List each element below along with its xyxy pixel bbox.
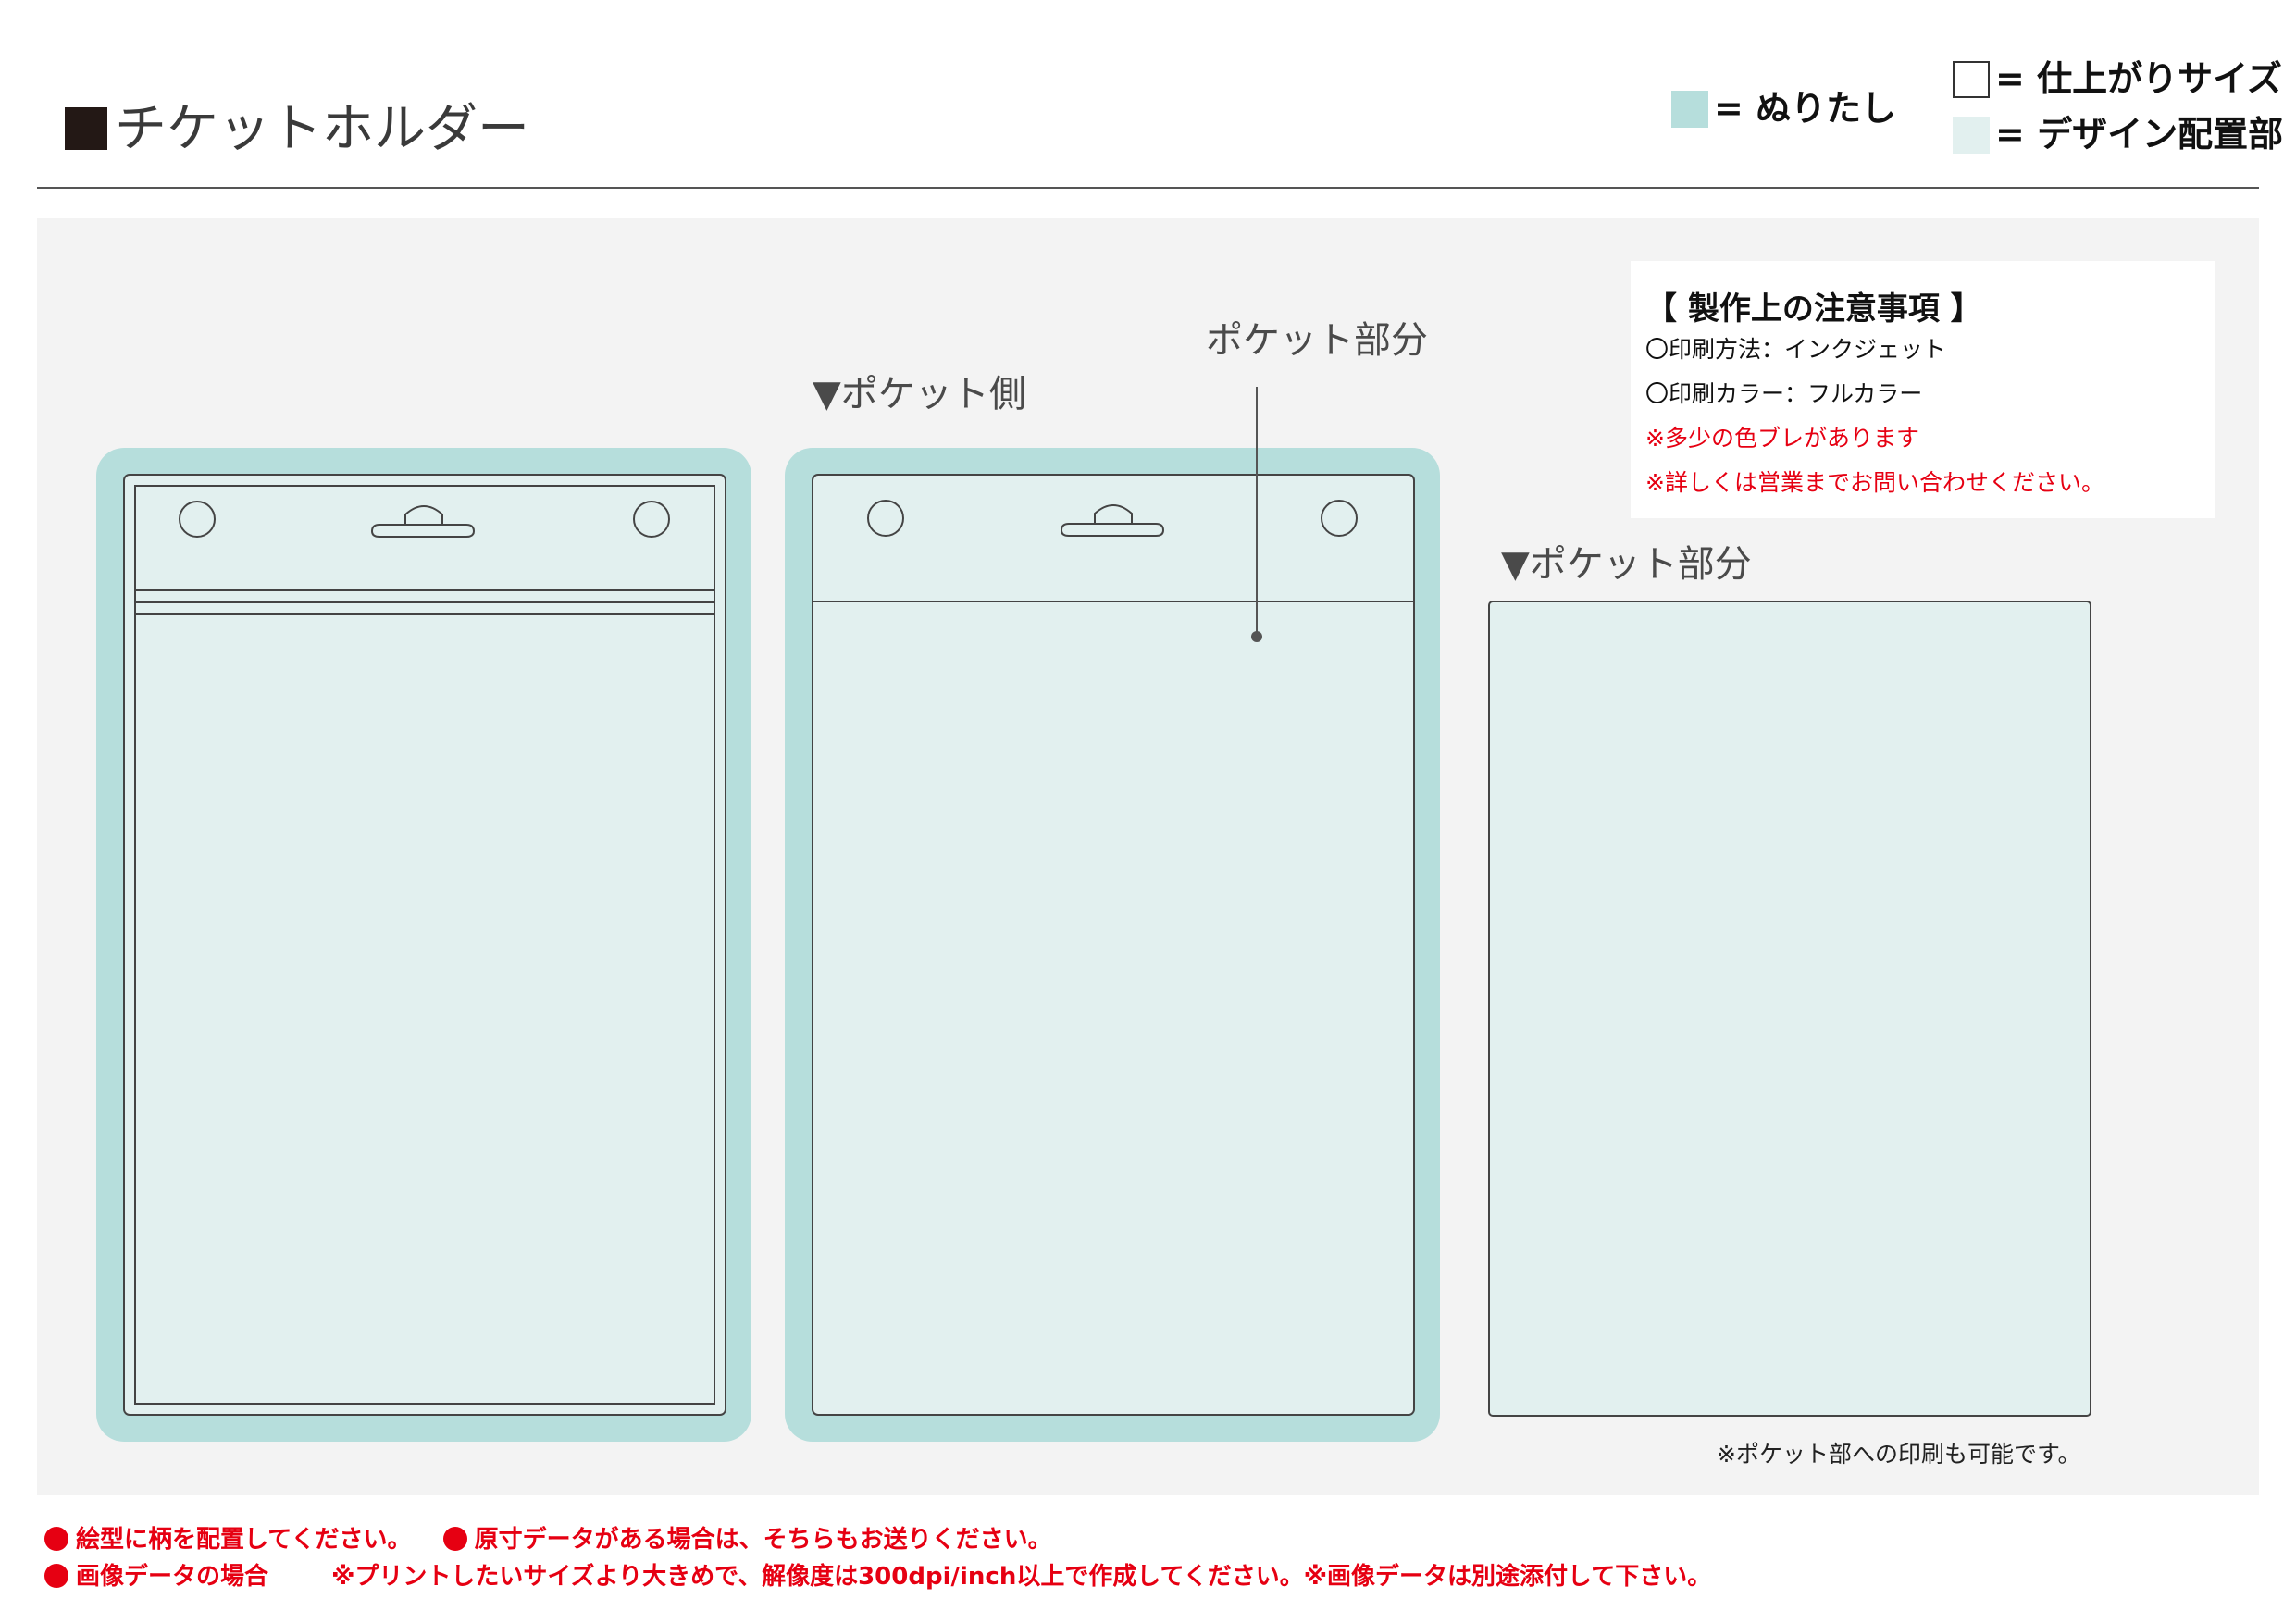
notes-color-variance: ※多少の色ブレがあります [1645, 425, 1919, 452]
production-notes: 【 製作上の注意事項 】 〇印刷方法：インクジェット 〇印刷カラー：フルカラー … [1631, 261, 2215, 518]
pocket-part [1488, 601, 2091, 1417]
pocket-callout-label: ポケット部分 [1206, 319, 1428, 362]
notes-heading: 【 製作上の注意事項 】 [1645, 291, 1982, 328]
template-drawing [96, 387, 2091, 1442]
notes-print-method: 〇印刷方法：インクジェット [1645, 336, 1947, 363]
notes-print-color: 〇印刷カラー：フルカラー [1645, 380, 1923, 407]
footer-line-2: 画像データの場合 ※プリントしたいサイズより大きめで、解像度は300dpi/in… [44, 1564, 1711, 1589]
red-dot-icon [442, 1527, 467, 1551]
pocket-part-label: ▼ポケット部分 [1501, 543, 1752, 586]
pocket-print-note: ※ポケット部への印刷も可能です。 [1717, 1441, 2081, 1468]
holder-pocket-side [785, 387, 1440, 1442]
notes-contact: ※詳しくは営業までお問い合わせください。 [1645, 469, 2104, 496]
footer-line-1: 絵型に柄を配置してください。 原寸データがある場合は、そちらもお送りください。 [44, 1527, 1052, 1552]
pocket-side-label: ▼ポケット側 [813, 373, 1026, 415]
red-dot-icon [44, 1564, 68, 1588]
holder-back [96, 448, 751, 1442]
red-dot-icon [44, 1527, 68, 1551]
callout-dot [1251, 631, 1262, 642]
